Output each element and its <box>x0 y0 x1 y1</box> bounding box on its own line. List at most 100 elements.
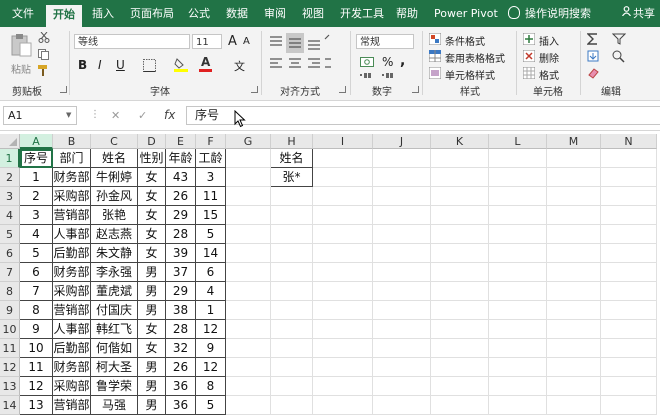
cell[interactable] <box>373 339 431 358</box>
cell[interactable] <box>547 282 601 301</box>
table-format-icon[interactable] <box>429 50 441 62</box>
cell[interactable] <box>601 377 657 396</box>
table-cell[interactable]: 男 <box>138 358 166 377</box>
cell[interactable] <box>431 282 489 301</box>
cell[interactable] <box>431 244 489 263</box>
table-cell[interactable]: 28 <box>166 320 196 339</box>
table-cell[interactable]: 29 <box>166 282 196 301</box>
table-cell[interactable]: 女 <box>138 339 166 358</box>
table-cell[interactable]: 朱文静 <box>91 244 138 263</box>
cell[interactable] <box>313 339 373 358</box>
cell[interactable] <box>226 244 271 263</box>
fill-color-icon[interactable] <box>174 57 188 72</box>
column-header[interactable]: F <box>196 134 226 149</box>
cell[interactable] <box>313 396 373 415</box>
decimal-icons[interactable] <box>360 71 400 81</box>
table-cell[interactable]: 何偕如 <box>91 339 138 358</box>
column-header[interactable]: E <box>166 134 196 149</box>
table-cell[interactable]: 韩红飞 <box>91 320 138 339</box>
cell[interactable] <box>271 244 313 263</box>
share-button[interactable]: 共享 <box>633 4 655 23</box>
cell[interactable] <box>601 396 657 415</box>
table-cell[interactable]: 4 <box>196 282 226 301</box>
table-header-cell[interactable]: 姓名 <box>91 149 138 168</box>
number-format-box[interactable]: 常规 <box>356 34 414 49</box>
cell[interactable] <box>431 168 489 187</box>
table-cell[interactable]: 11 <box>20 358 53 377</box>
table-cell[interactable]: 付国庆 <box>91 301 138 320</box>
table-cell[interactable]: 柯大圣 <box>91 358 138 377</box>
table-cell[interactable]: 6 <box>20 263 53 282</box>
table-header-cell[interactable]: 性别 <box>138 149 166 168</box>
cell[interactable] <box>601 263 657 282</box>
cell[interactable] <box>431 339 489 358</box>
copy-icon[interactable] <box>38 49 50 60</box>
percent-button[interactable]: % <box>382 55 393 69</box>
cell[interactable] <box>271 225 313 244</box>
table-cell[interactable]: 11 <box>196 187 226 206</box>
cell[interactable] <box>373 320 431 339</box>
name-box-dropdown-icon[interactable]: ▼ <box>66 111 71 119</box>
font-name-box[interactable]: 等线 <box>74 34 190 49</box>
select-all-corner[interactable] <box>0 134 20 149</box>
table-cell[interactable]: 4 <box>20 225 53 244</box>
table-header-cell[interactable]: 序号 <box>20 149 53 168</box>
cell[interactable] <box>547 358 601 377</box>
cell[interactable] <box>373 396 431 415</box>
table-cell[interactable]: 26 <box>166 358 196 377</box>
cell[interactable] <box>601 149 657 168</box>
cell[interactable] <box>226 225 271 244</box>
table-cell[interactable]: 12 <box>196 320 226 339</box>
tab-developer[interactable]: 开发工具 <box>340 4 384 23</box>
cell[interactable] <box>271 187 313 206</box>
format-painter-icon[interactable] <box>38 65 50 76</box>
cut-icon[interactable] <box>38 32 50 43</box>
cell[interactable] <box>601 206 657 225</box>
cell[interactable] <box>601 301 657 320</box>
row-header[interactable]: 9 <box>0 301 20 320</box>
borders-icon[interactable] <box>143 59 156 72</box>
find-select-icon[interactable] <box>612 50 625 63</box>
conditional-format-button[interactable]: 条件格式 <box>445 33 485 48</box>
tab-home[interactable]: 开始 <box>46 5 82 27</box>
table-cell[interactable]: 鲁学荣 <box>91 377 138 396</box>
cell[interactable] <box>226 358 271 377</box>
column-header[interactable]: A <box>20 134 53 149</box>
cell[interactable] <box>489 358 547 377</box>
cell[interactable] <box>313 320 373 339</box>
cell[interactable] <box>547 377 601 396</box>
increase-font-icon[interactable]: A <box>228 34 237 49</box>
cell[interactable] <box>431 149 489 168</box>
table-cell[interactable]: 女 <box>138 168 166 187</box>
cell[interactable] <box>431 263 489 282</box>
cell[interactable] <box>431 206 489 225</box>
cell[interactable] <box>271 320 313 339</box>
cell[interactable] <box>226 339 271 358</box>
row-header[interactable]: 5 <box>0 225 20 244</box>
row-header[interactable]: 3 <box>0 187 20 206</box>
cell[interactable] <box>373 358 431 377</box>
table-cell[interactable]: 后勤部 <box>53 244 91 263</box>
table-cell[interactable]: 男 <box>138 282 166 301</box>
table-cell[interactable]: 2 <box>20 187 53 206</box>
cell[interactable] <box>226 396 271 415</box>
table-cell[interactable]: 男 <box>138 377 166 396</box>
cell[interactable] <box>271 301 313 320</box>
table-cell[interactable]: 男 <box>138 263 166 282</box>
cell[interactable] <box>547 244 601 263</box>
tab-review[interactable]: 审阅 <box>264 4 286 23</box>
cell[interactable] <box>271 339 313 358</box>
cell[interactable] <box>601 339 657 358</box>
phonetic-icon[interactable]: 文 <box>234 58 245 74</box>
table-cell[interactable]: 1 <box>20 168 53 187</box>
table-cell[interactable]: 5 <box>20 244 53 263</box>
cell[interactable] <box>431 187 489 206</box>
column-header[interactable]: C <box>91 134 138 149</box>
table-cell[interactable]: 采购部 <box>53 377 91 396</box>
table-cell[interactable]: 12 <box>20 377 53 396</box>
tell-me-search[interactable]: 操作说明搜索 <box>525 4 591 23</box>
cell[interactable] <box>271 206 313 225</box>
table-cell[interactable]: 28 <box>166 225 196 244</box>
formula-input[interactable]: 序号 <box>186 106 660 125</box>
cell[interactable] <box>547 396 601 415</box>
